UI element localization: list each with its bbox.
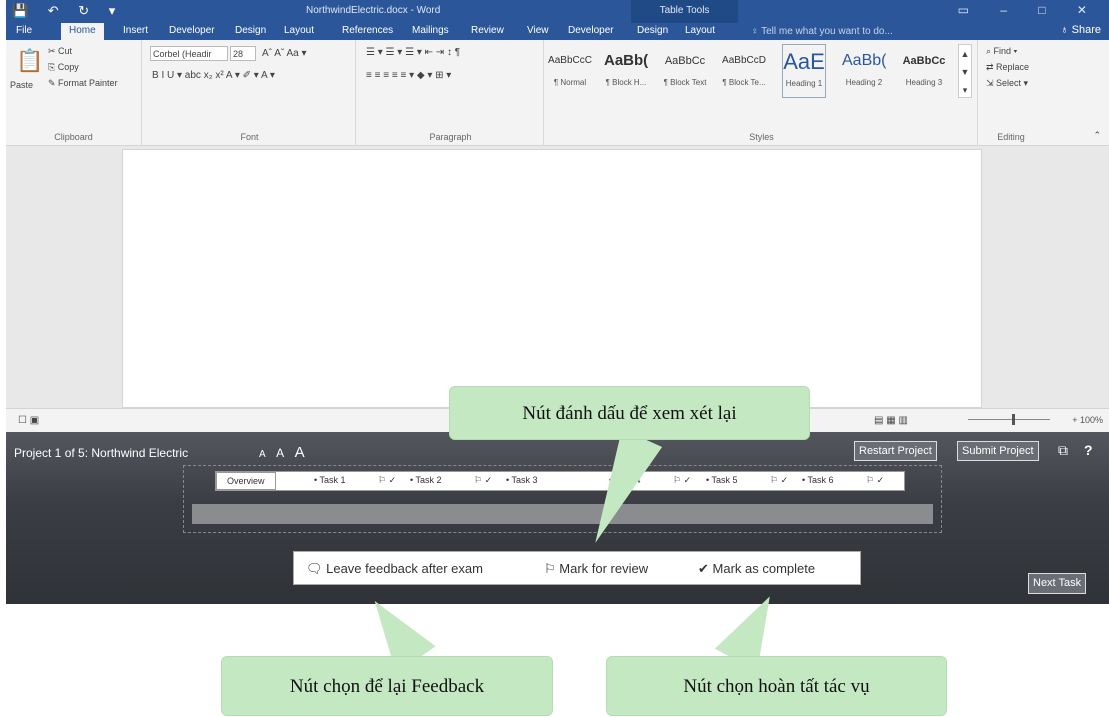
tab-mailings[interactable]: Mailings [412,25,449,36]
editing-group: ⌕ Find ▾ ⇄ Replace ⇲ Select ▾ Editing [980,40,1042,146]
clipboard-group: 📋 Paste ✂ Cut ⎘ Copy ✎ Format Painter Cl… [6,40,142,146]
quick-access-toolbar[interactable]: 💾 ↶ ↻ ▾ [12,3,123,19]
font-name-box[interactable]: Corbel (Headir [150,46,228,61]
next-task-button[interactable]: Next Task [1028,573,1087,594]
style-heading-3[interactable]: AaBbCc Heading 3 [902,44,946,98]
word-window: 💾 ↶ ↻ ▾ NorthwindElectric.docx - Word Ta… [6,0,1109,604]
find-button[interactable]: ⌕ Find ▾ [986,46,1017,57]
task-2-flags[interactable]: ⚐ ✓ [474,475,492,486]
task-description-area [192,504,933,524]
status-left-icons[interactable]: ☐ ▣ [18,415,39,426]
callout-mark-review: Nút đánh dấu để xem xét lại [449,386,810,440]
tab-home[interactable]: Home [61,23,104,40]
tab-table-design[interactable]: Design [637,25,668,36]
window-controls[interactable]: ▭ – □ ✕ [958,3,1101,17]
title-bar: 💾 ↶ ↻ ▾ NorthwindElectric.docx - Word Ta… [6,0,1109,40]
collapse-ribbon-icon[interactable]: ⌃ [1093,130,1101,141]
font-formatting-buttons[interactable]: B I U ▾ abc x₂ x² A ▾ ✐ ▾ A ▾ [152,70,275,81]
document-page[interactable] [122,149,982,408]
tab-layout[interactable]: Layout [284,25,314,36]
font-size-controls: A A A [259,444,305,462]
zoom-slider[interactable] [968,419,1050,420]
paragraph-align-buttons[interactable]: ≡ ≡ ≡ ≡ ≡ ▾ ◆ ▾ ⊞ ▾ [366,70,451,81]
style-normal[interactable]: AaBbCcC ¶ Normal [548,44,592,98]
font-label: Font [240,132,259,142]
exam-action-bar: 🗨 Leave feedback after exam ⚐ Mark for r… [293,551,861,585]
styles-label: Styles [749,132,774,142]
leave-feedback-button[interactable]: 🗨 Leave feedback after exam [306,561,483,577]
zoom-level[interactable]: + 100% [1072,415,1103,425]
tab-references[interactable]: References [342,25,393,36]
table-tools-label: Table Tools [659,5,710,16]
tab-task-3[interactable]: • Task 3 [506,475,538,485]
font-size-medium-button[interactable]: A [276,446,284,460]
font-grow-shrink[interactable]: Aˆ Aˇ Aa ▾ [262,48,306,59]
help-button[interactable]: ? [1084,442,1093,458]
styles-scroll[interactable]: ▲ ▼ ▾ [958,44,972,98]
tab-developer[interactable]: Developer [169,25,215,36]
font-size-large-button[interactable]: A [295,444,305,461]
tab-task-1[interactable]: • Task 1 [314,475,346,485]
style-block-text[interactable]: AaBbCc ¶ Block Text [663,44,707,98]
editing-label: Editing [997,132,1025,142]
tab-view[interactable]: View [527,25,549,36]
task-1-flags[interactable]: ⚐ ✓ [378,475,396,486]
task-4-flags[interactable]: ⚐ ✓ [673,475,691,486]
document-canvas [6,146,1109,408]
tab-file[interactable]: File [16,25,32,36]
task-5-flags[interactable]: ⚐ ✓ [770,475,788,486]
style-heading-1[interactable]: AaE Heading 1 [782,44,826,98]
styles-group: AaBbCcC ¶ Normal AaBb( ¶ Block H... AaBb… [546,40,978,146]
ribbon: 📋 Paste ✂ Cut ⎘ Copy ✎ Format Painter Cl… [6,40,1109,146]
task-6-flags[interactable]: ⚐ ✓ [866,475,884,486]
paragraph-label: Paragraph [429,132,472,142]
callout-feedback: Nút chọn để lại Feedback [221,656,553,716]
tab-table-layout[interactable]: Layout [685,25,715,36]
exam-panel: Project 1 of 5: Northwind Electric A A A… [6,432,1109,604]
tab-review[interactable]: Review [471,25,504,36]
document-title: NorthwindElectric.docx - Word [306,5,441,16]
restart-project-button[interactable]: Restart Project [854,441,937,461]
task-tabs-area: Overview • Task 1 ⚐ ✓ • Task 2 ⚐ ✓ • Tas… [183,465,942,533]
font-size-box[interactable]: 28 [230,46,256,61]
restore-window-icon[interactable]: ⧉ [1058,442,1068,459]
tab-task-2[interactable]: • Task 2 [410,475,442,485]
clipboard-label: Clipboard [54,132,93,142]
project-title: Project 1 of 5: Northwind Electric [14,446,189,460]
style-block-heading[interactable]: AaBb( ¶ Block H... [604,44,648,98]
tab-task-6[interactable]: • Task 6 [802,475,834,485]
ribbon-tabs: File Home Insert Developer Design Layout… [6,23,1109,40]
callout-complete: Nút chọn hoàn tất tác vụ [606,656,947,716]
zoom-slider-thumb[interactable] [1012,414,1015,425]
style-block-text-2[interactable]: AaBbCcD ¶ Block Te... [722,44,766,98]
style-heading-2[interactable]: AaBb( Heading 2 [842,44,886,98]
tab-table-developer[interactable]: Developer [568,25,614,36]
tab-insert[interactable]: Insert [123,25,148,36]
view-buttons[interactable]: ▤ ▦ ▥ [874,415,908,426]
replace-button[interactable]: ⇄ Replace [986,62,1029,73]
tab-task-5[interactable]: • Task 5 [706,475,738,485]
tab-overview[interactable]: Overview [216,472,276,490]
copy-button[interactable]: ⎘ Copy [48,62,79,73]
paste-button[interactable]: Paste [10,80,33,90]
tab-design[interactable]: Design [235,25,266,36]
format-painter-button[interactable]: ✎ Format Painter [48,78,118,89]
font-size-small-button[interactable]: A [259,449,266,460]
select-button[interactable]: ⇲ Select ▾ [986,78,1028,89]
paragraph-group: ☰ ▾ ☰ ▾ ☰ ▾ ⇤ ⇥ ↕ ¶ ≡ ≡ ≡ ≡ ≡ ▾ ◆ ▾ ⊞ ▾ … [358,40,544,146]
mark-for-review-button[interactable]: ⚐ Mark for review [544,561,648,577]
tell-me-search[interactable]: ♀ Tell me what you want to do... [751,26,893,37]
paste-icon: 📋 [16,48,44,73]
font-group: Corbel (Headir 28 Aˆ Aˇ Aa ▾ B I U ▾ abc… [144,40,356,146]
submit-project-button[interactable]: Submit Project [957,441,1039,461]
task-tabs: Overview • Task 1 ⚐ ✓ • Task 2 ⚐ ✓ • Tas… [215,471,905,491]
share-button[interactable]: ♁ Share [1060,24,1101,36]
paragraph-list-buttons[interactable]: ☰ ▾ ☰ ▾ ☰ ▾ ⇤ ⇥ ↕ ¶ [366,47,460,58]
cut-button[interactable]: ✂ Cut [48,46,72,57]
mark-as-complete-button[interactable]: ✔ Mark as complete [698,561,815,577]
